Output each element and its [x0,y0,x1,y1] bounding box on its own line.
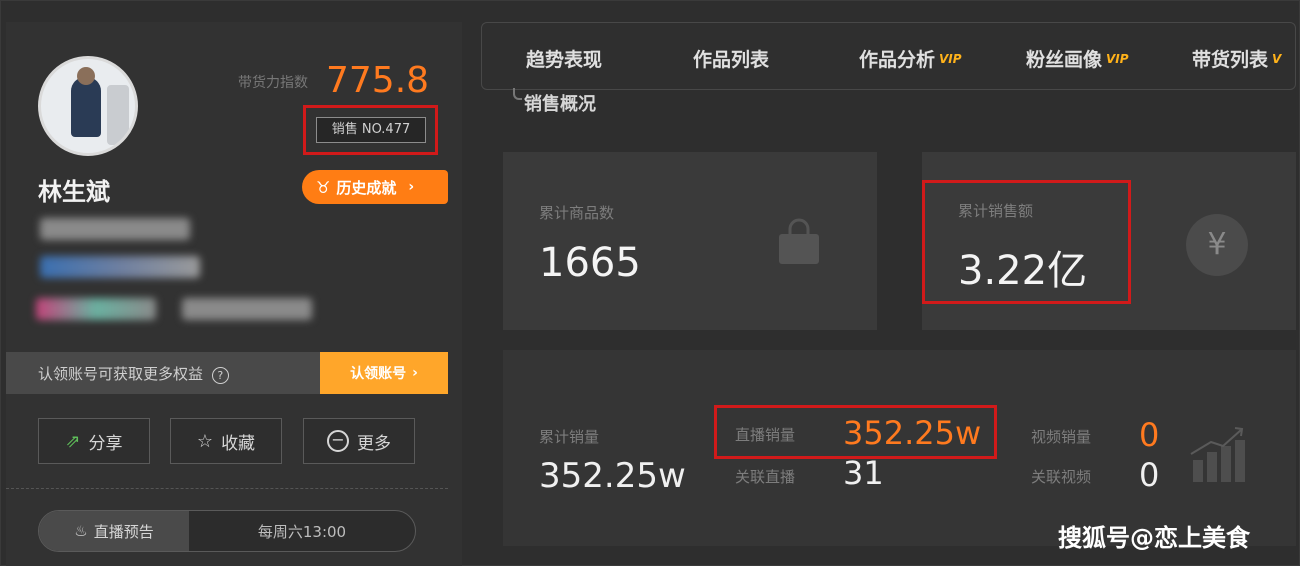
claim-account-button[interactable]: 认领账号 › [320,352,448,394]
claim-account-button-label: 认领账号 [350,366,407,382]
tab-label: 作品分析 [859,49,936,71]
blurred-info-3 [36,298,156,320]
trend-chart-icon [1190,427,1245,482]
broadcast-icon: ♨ [74,522,88,540]
star-icon: ☆ [196,430,214,452]
avatar[interactable] [38,56,138,156]
info-icon[interactable]: ? [211,366,229,384]
video-count-value: 0 [1139,456,1160,494]
score-label: 带货力指数 [238,75,308,91]
sales-volume-card: 累计销量 352.25w 直播销量 352.25w 关联直播 31 视频销量 0… [503,350,1296,546]
live-volume-value: 352.25w [843,414,982,452]
profile-name: 林生斌 [38,178,110,206]
minus-circle-icon: − [327,430,349,452]
medal-icon: ♉ [316,177,331,197]
tab-label: 粉丝画像 [1026,49,1103,71]
sales-highlight-box [922,180,1131,304]
divider [6,488,448,489]
tab-fans-profile[interactable]: 粉丝画像 VIP [1026,45,1129,72]
live-count-label: 关联直播 [735,468,796,486]
chevron-right-icon: › [412,365,418,381]
vip-badge: VIP [1106,51,1129,66]
favorite-button[interactable]: ☆ 收藏 [170,418,282,464]
video-count-label: 关联视频 [1031,468,1092,486]
avatar-person [71,77,101,137]
tab-label: 带货列表 [1192,49,1269,71]
share-button[interactable]: ⇗ 分享 [38,418,150,464]
favorite-label: 收藏 [221,433,256,454]
more-button[interactable]: − 更多 [303,418,415,464]
products-count-label: 累计商品数 [539,204,615,222]
section-title: 销售概况 [524,94,596,115]
tab-label: 作品列表 [693,49,770,71]
score-value: 775.8 [326,60,430,101]
more-label: 更多 [357,433,391,454]
rank-badge: 销售 NO.477 [316,117,426,143]
history-achievements-button[interactable]: ♉ 历史成就 › [302,170,448,204]
section-marker [513,88,522,100]
video-volume-label: 视频销量 [1031,428,1092,446]
tab-products-list[interactable]: 带货列表 V [1192,45,1281,72]
avatar-head [77,67,95,85]
share-icon: ⇗ [65,430,81,452]
watermark: 搜狐号@恋上美食 [1058,524,1250,552]
live-preview-tag: ♨ 直播预告 [39,511,189,551]
video-volume-value: 0 [1139,416,1160,454]
tab-trend[interactable]: 趋势表现 [526,45,602,72]
live-volume-label: 直播销量 [735,426,796,444]
blurred-info-1 [40,218,190,240]
tab-label: 趋势表现 [526,49,603,71]
claim-account-banner: 认领账号可获取更多权益 ? 认领账号 › [6,352,448,394]
claim-account-text: 认领账号可获取更多权益 ? [6,363,320,384]
total-volume-value: 352.25w [539,456,686,496]
tab-bar: 趋势表现 作品列表 作品分析 VIP 粉丝画像 VIP 带货列表 V [481,22,1296,90]
products-count-card: 累计商品数 1665 [503,152,877,330]
live-count-value: 31 [843,454,884,492]
vip-badge: VIP [939,51,962,66]
shopping-bag-icon [779,218,819,264]
blurred-info-2 [40,256,200,278]
profile-panel: 林生斌 带货力指数 775.8 销售 NO.477 ♉ 历史成就 › 认领账号可… [6,22,462,566]
products-count-value: 1665 [539,240,641,286]
yen-icon: ¥ [1186,214,1248,276]
vip-badge: V [1272,51,1282,66]
history-button-label: 历史成就 [336,178,397,197]
live-schedule-bar[interactable]: ♨ 直播预告 每周六13:00 [38,510,416,552]
blurred-info-4 [182,298,312,320]
avatar-background [107,85,129,145]
live-preview-label: 直播预告 [93,522,154,541]
chevron-right-icon: › [408,179,415,195]
total-volume-label: 累计销量 [539,428,600,446]
tab-works-list[interactable]: 作品列表 [693,45,769,72]
rank-highlight: 销售 NO.477 [303,105,438,155]
tab-works-analysis[interactable]: 作品分析 VIP [859,45,962,72]
share-label: 分享 [88,433,123,454]
live-schedule-time: 每周六13:00 [257,522,347,541]
claim-account-label: 认领账号可获取更多权益 [38,364,204,383]
